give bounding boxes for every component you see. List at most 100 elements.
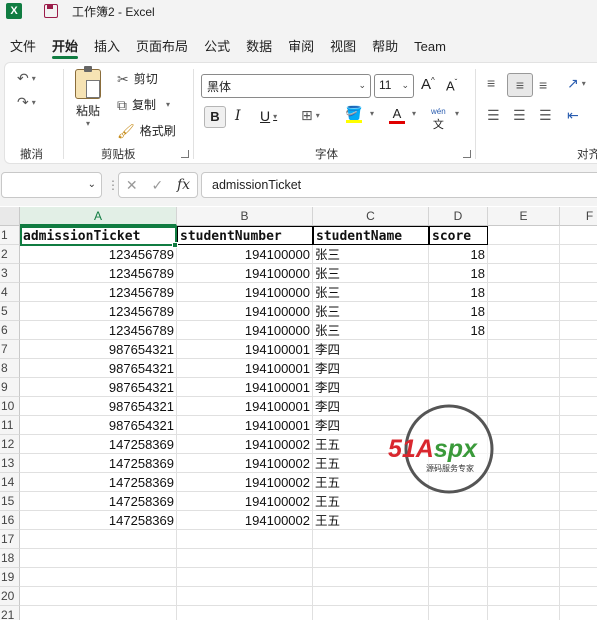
cell[interactable] <box>488 245 560 264</box>
row-header[interactable]: 16 <box>0 511 20 530</box>
increase-font-size-button[interactable]: A^ <box>421 76 435 93</box>
header-cell[interactable]: score <box>429 226 488 245</box>
cell[interactable] <box>20 587 177 606</box>
cell[interactable]: 194100001 <box>177 397 313 416</box>
cell[interactable] <box>488 530 560 549</box>
cell[interactable] <box>560 245 597 264</box>
cell[interactable] <box>488 321 560 340</box>
cell[interactable] <box>20 606 177 620</box>
fill-color-dropdown[interactable]: ▾ <box>367 109 374 118</box>
row-header[interactable]: 2 <box>0 245 20 264</box>
fill-color-button[interactable]: 🪣 <box>345 106 362 123</box>
cell[interactable]: 194100000 <box>177 283 313 302</box>
row-header[interactable]: 21 <box>0 606 20 620</box>
underline-button[interactable]: U ▾ <box>260 108 277 124</box>
font-color-dropdown[interactable]: ▾ <box>409 109 416 118</box>
align-middle-button[interactable]: ≡ <box>507 73 533 97</box>
align-bottom-button[interactable]: ≡ <box>539 78 547 92</box>
cell[interactable] <box>560 435 597 454</box>
cell[interactable] <box>488 264 560 283</box>
row-header[interactable]: 13 <box>0 454 20 473</box>
row-header[interactable]: 1 <box>0 226 20 245</box>
cell[interactable] <box>488 359 560 378</box>
cell[interactable]: 张三 <box>313 321 429 340</box>
align-left-button[interactable]: ☰ <box>487 108 500 122</box>
column-header[interactable]: F <box>560 207 597 226</box>
orientation-button[interactable]: ↗ ▾ <box>567 76 586 90</box>
cell[interactable]: 李四 <box>313 359 429 378</box>
cell[interactable]: 张三 <box>313 302 429 321</box>
formula-input[interactable]: admissionTicket <box>201 172 597 198</box>
select-all-corner[interactable] <box>0 207 20 226</box>
cell[interactable]: 194100000 <box>177 321 313 340</box>
cell[interactable]: 194100000 <box>177 264 313 283</box>
font-size-select[interactable]: 11 ⌄ <box>374 74 414 98</box>
name-box[interactable]: ⌄ <box>1 172 102 198</box>
font-dialog-launcher[interactable] <box>463 150 471 158</box>
cell[interactable] <box>488 378 560 397</box>
column-header[interactable]: D <box>429 207 488 226</box>
cell[interactable] <box>429 378 488 397</box>
cell[interactable] <box>560 492 597 511</box>
cell[interactable]: 王五 <box>313 511 429 530</box>
cut-button[interactable]: ✂ 剪切 <box>117 70 158 87</box>
cell[interactable]: 194100001 <box>177 340 313 359</box>
cell[interactable]: 18 <box>429 321 488 340</box>
format-painter-button[interactable]: 🖌 格式刷 <box>117 122 176 139</box>
cell[interactable] <box>560 340 597 359</box>
cell[interactable] <box>429 549 488 568</box>
cell[interactable] <box>560 321 597 340</box>
cell[interactable] <box>560 359 597 378</box>
cell[interactable] <box>560 454 597 473</box>
paste-button[interactable]: 粘贴 ▾ <box>75 66 101 128</box>
cell[interactable] <box>429 359 488 378</box>
cell[interactable]: 123456789 <box>20 321 177 340</box>
cell[interactable] <box>429 587 488 606</box>
cell[interactable] <box>488 549 560 568</box>
cell[interactable]: 194100002 <box>177 454 313 473</box>
row-header[interactable]: 17 <box>0 530 20 549</box>
cell[interactable]: 123456789 <box>20 264 177 283</box>
row-header[interactable]: 18 <box>0 549 20 568</box>
row-header[interactable]: 10 <box>0 397 20 416</box>
cell[interactable] <box>560 226 597 245</box>
cell[interactable]: 194100002 <box>177 511 313 530</box>
cell[interactable]: 987654321 <box>20 378 177 397</box>
cell[interactable]: 18 <box>429 302 488 321</box>
bold-button[interactable]: B <box>204 106 226 128</box>
cell[interactable] <box>429 511 488 530</box>
menu-tab-8[interactable]: 帮助 <box>364 34 406 60</box>
cell[interactable]: 18 <box>429 245 488 264</box>
menu-tab-4[interactable]: 公式 <box>196 34 238 60</box>
cell[interactable]: 194100000 <box>177 302 313 321</box>
save-icon[interactable] <box>44 4 58 18</box>
cell[interactable]: 李四 <box>313 340 429 359</box>
row-header[interactable]: 5 <box>0 302 20 321</box>
row-header[interactable]: 8 <box>0 359 20 378</box>
borders-button[interactable]: ⊞ ▾ <box>301 108 320 122</box>
cell[interactable] <box>560 378 597 397</box>
cell[interactable] <box>177 549 313 568</box>
menu-tab-3[interactable]: 页面布局 <box>128 34 196 60</box>
cell[interactable]: 147258369 <box>20 473 177 492</box>
row-header[interactable]: 7 <box>0 340 20 359</box>
cell[interactable] <box>429 340 488 359</box>
font-color-button[interactable]: A <box>389 106 405 124</box>
align-top-button[interactable]: ≡ <box>487 76 495 90</box>
cell[interactable]: 18 <box>429 264 488 283</box>
cell[interactable]: 194100002 <box>177 473 313 492</box>
row-header[interactable]: 12 <box>0 435 20 454</box>
cell[interactable] <box>560 549 597 568</box>
cell[interactable] <box>488 606 560 620</box>
decrease-font-size-button[interactable]: Aˇ <box>446 78 457 93</box>
cell[interactable]: 194100000 <box>177 245 313 264</box>
align-right-button[interactable]: ☰ <box>539 108 552 122</box>
menu-tab-2[interactable]: 插入 <box>86 34 128 60</box>
cell[interactable]: 123456789 <box>20 245 177 264</box>
cell[interactable]: 147258369 <box>20 511 177 530</box>
row-header[interactable]: 15 <box>0 492 20 511</box>
italic-button[interactable]: I <box>235 108 241 124</box>
row-header[interactable]: 14 <box>0 473 20 492</box>
insert-function-button[interactable]: fx <box>177 177 190 193</box>
cell[interactable] <box>560 473 597 492</box>
